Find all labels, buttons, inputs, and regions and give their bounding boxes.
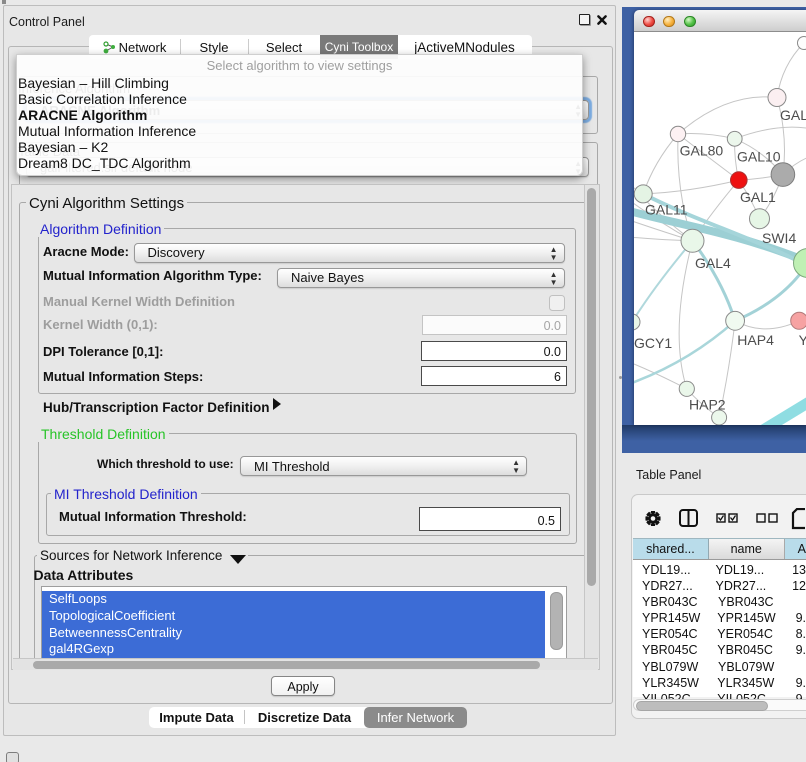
svg-text:YD: YD <box>799 332 806 348</box>
svg-text:GAL7: GAL7 <box>780 107 806 123</box>
svg-text:GAL11: GAL11 <box>645 202 688 218</box>
svg-text:GAL80: GAL80 <box>680 142 724 158</box>
svg-text:HAP2: HAP2 <box>689 396 726 412</box>
svg-text:GAL10: GAL10 <box>737 149 781 165</box>
svg-text:HAP4: HAP4 <box>737 332 774 348</box>
svg-text:GCY1: GCY1 <box>634 335 672 351</box>
svg-text:GAL1: GAL1 <box>740 189 776 205</box>
svg-text:SWI4: SWI4 <box>762 230 796 246</box>
svg-text:GAL4: GAL4 <box>695 255 731 271</box>
